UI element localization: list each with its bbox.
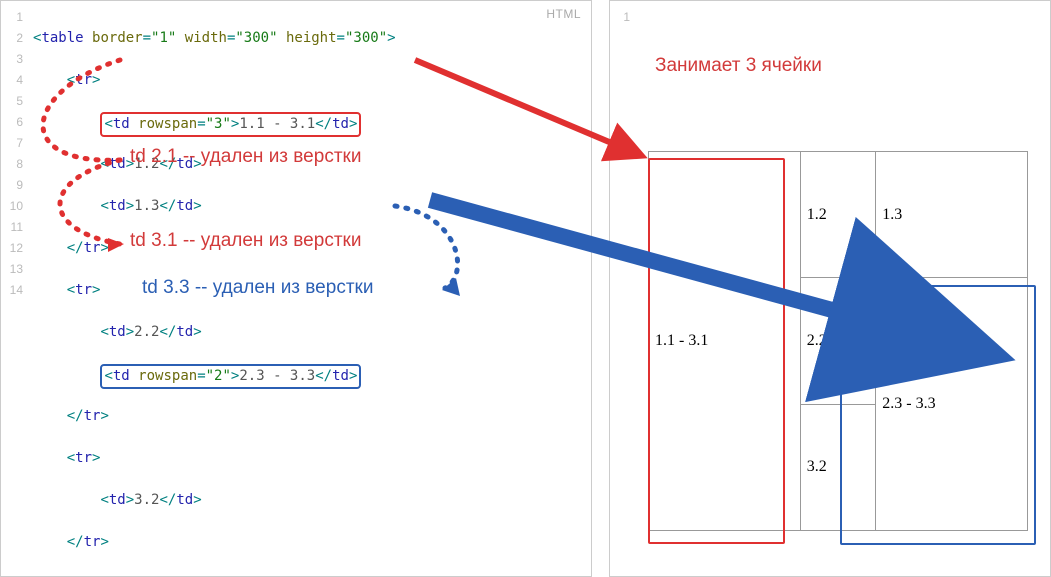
table-row: 1.1 - 3.1 1.2 1.3: [649, 152, 1028, 278]
left-line-gutter: 1 2 3 4 5 6 7 8 9 10 11 12 13 14: [1, 7, 29, 576]
rowspan3-highlight: <td rowspan="3">1.1 - 3.1</td>: [100, 112, 361, 137]
line-number: 7: [1, 133, 29, 154]
line-number: 3: [1, 49, 29, 70]
code-line: <td rowspan="3">1.1 - 3.1</td>: [33, 112, 587, 133]
line-number: 8: [1, 154, 29, 175]
line-number: 1: [1, 7, 29, 28]
cell-23: 2.3 - 3.3: [876, 278, 1028, 531]
annotation-top: Занимает 3 ячейки: [655, 55, 822, 77]
line-number: 14: [1, 280, 29, 301]
cell-12: 1.2: [800, 152, 875, 278]
line-number: 4: [1, 70, 29, 91]
annotation-del21: td 2.1 -- удален из верстки: [130, 146, 361, 168]
code-line: <table border="1" width="300" height="30…: [33, 28, 587, 49]
right-line-gutter: 1: [610, 7, 636, 576]
code-line: <td>1.3</td>: [33, 196, 587, 217]
rowspan2-highlight: <td rowspan="2">2.3 - 3.3</td>: [100, 364, 361, 389]
line-number: 12: [1, 238, 29, 259]
line-number: 2: [1, 28, 29, 49]
line-number: 6: [1, 112, 29, 133]
line-number: 1: [610, 7, 636, 28]
output-area: 1.1 - 3.1 1.2 1.3 2.2 2.3 - 3.3 3.2: [640, 11, 1040, 566]
line-number: 13: [1, 259, 29, 280]
line-number: 5: [1, 91, 29, 112]
code-line: <td rowspan="2">2.3 - 3.3</td>: [33, 364, 587, 385]
line-number: 11: [1, 217, 29, 238]
output-pane: 1 1.1 - 3.1 1.2 1.3 2.2 2.3 - 3.3 3.2: [609, 0, 1051, 577]
code-line: <td>2.2</td>: [33, 322, 587, 343]
line-number: 9: [1, 175, 29, 196]
cell-11: 1.1 - 3.1: [649, 152, 801, 531]
code-line: <tr>: [33, 70, 587, 91]
cell-32: 3.2: [800, 404, 875, 530]
annotation-del33: td 3.3 -- удален из верстки: [142, 277, 373, 299]
comparison-view: HTML 1 2 3 4 5 6 7 8 9 10 11 12 13 14 <t…: [0, 0, 1051, 577]
code-line: <td>3.2</td>: [33, 490, 587, 511]
code-line: <tr>: [33, 448, 587, 469]
cell-13: 1.3: [876, 152, 1028, 278]
code-line: </tr>: [33, 406, 587, 427]
annotation-del31: td 3.1 -- удален из верстки: [130, 230, 361, 252]
code-line: </tr>: [33, 532, 587, 553]
line-number: 10: [1, 196, 29, 217]
rendered-table: 1.1 - 3.1 1.2 1.3 2.2 2.3 - 3.3 3.2: [648, 151, 1028, 531]
cell-22: 2.2: [800, 278, 875, 404]
